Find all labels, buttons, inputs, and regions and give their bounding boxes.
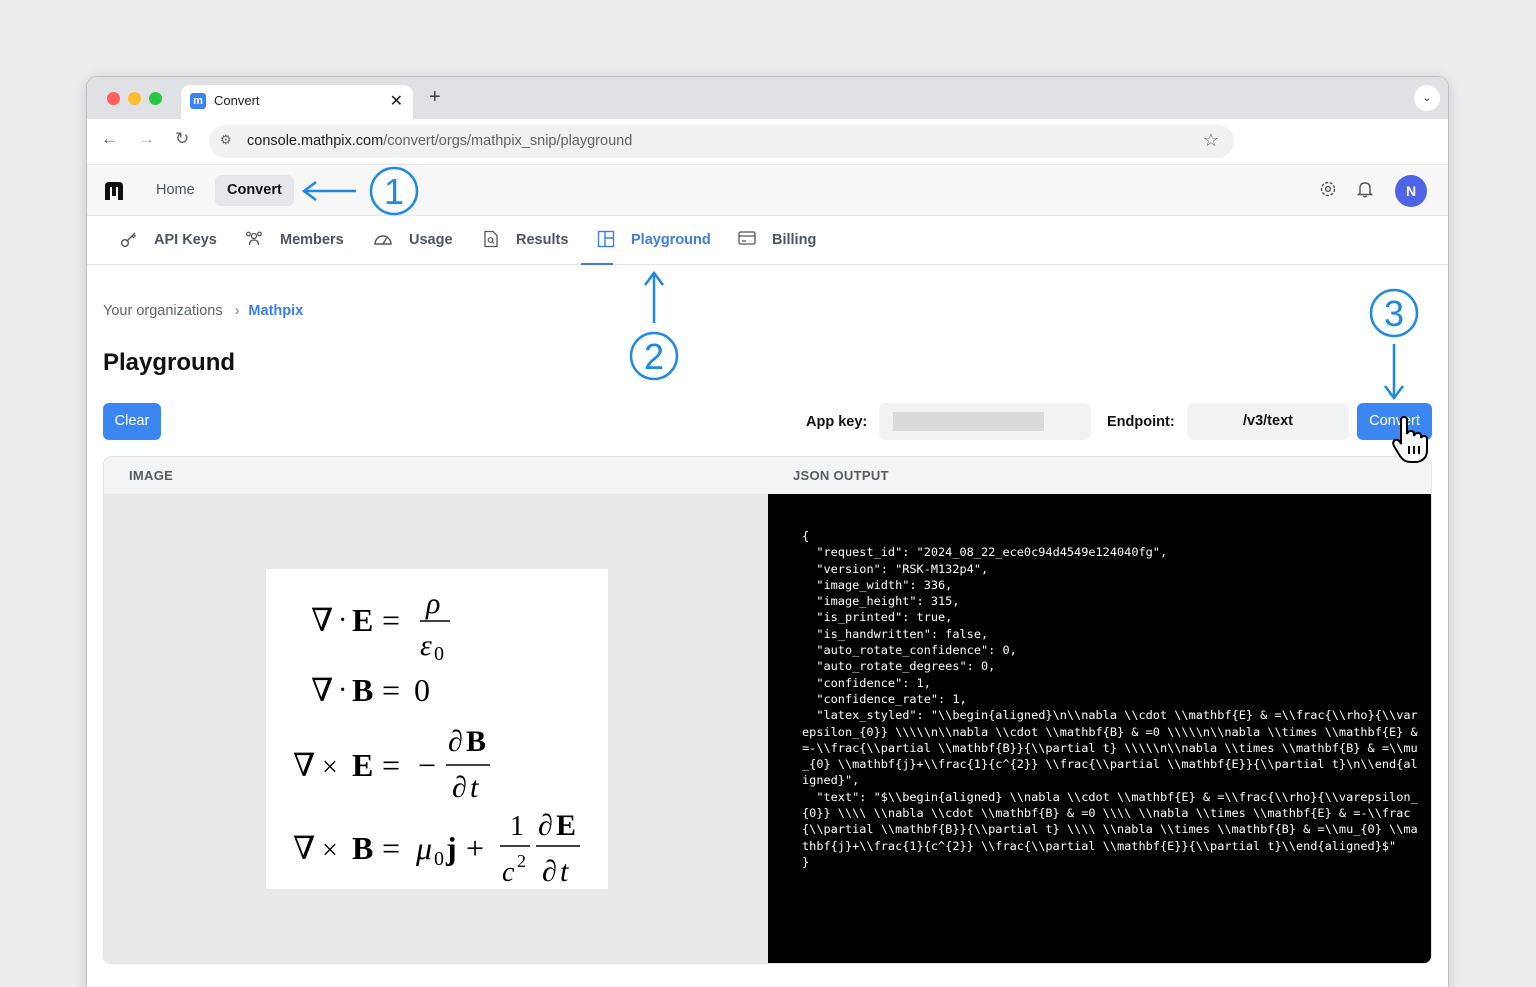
hand-pointer-cursor-icon bbox=[1392, 416, 1428, 463]
svg-text:2: 2 bbox=[644, 336, 664, 377]
step-annotations: 1 2 3 bbox=[301, 166, 1419, 401]
svg-text:1: 1 bbox=[384, 171, 404, 212]
step-3-marker: 3 bbox=[1369, 288, 1419, 401]
svg-text:3: 3 bbox=[1384, 293, 1404, 334]
step-1-marker: 1 bbox=[301, 166, 419, 216]
step-2-marker: 2 bbox=[629, 270, 679, 381]
